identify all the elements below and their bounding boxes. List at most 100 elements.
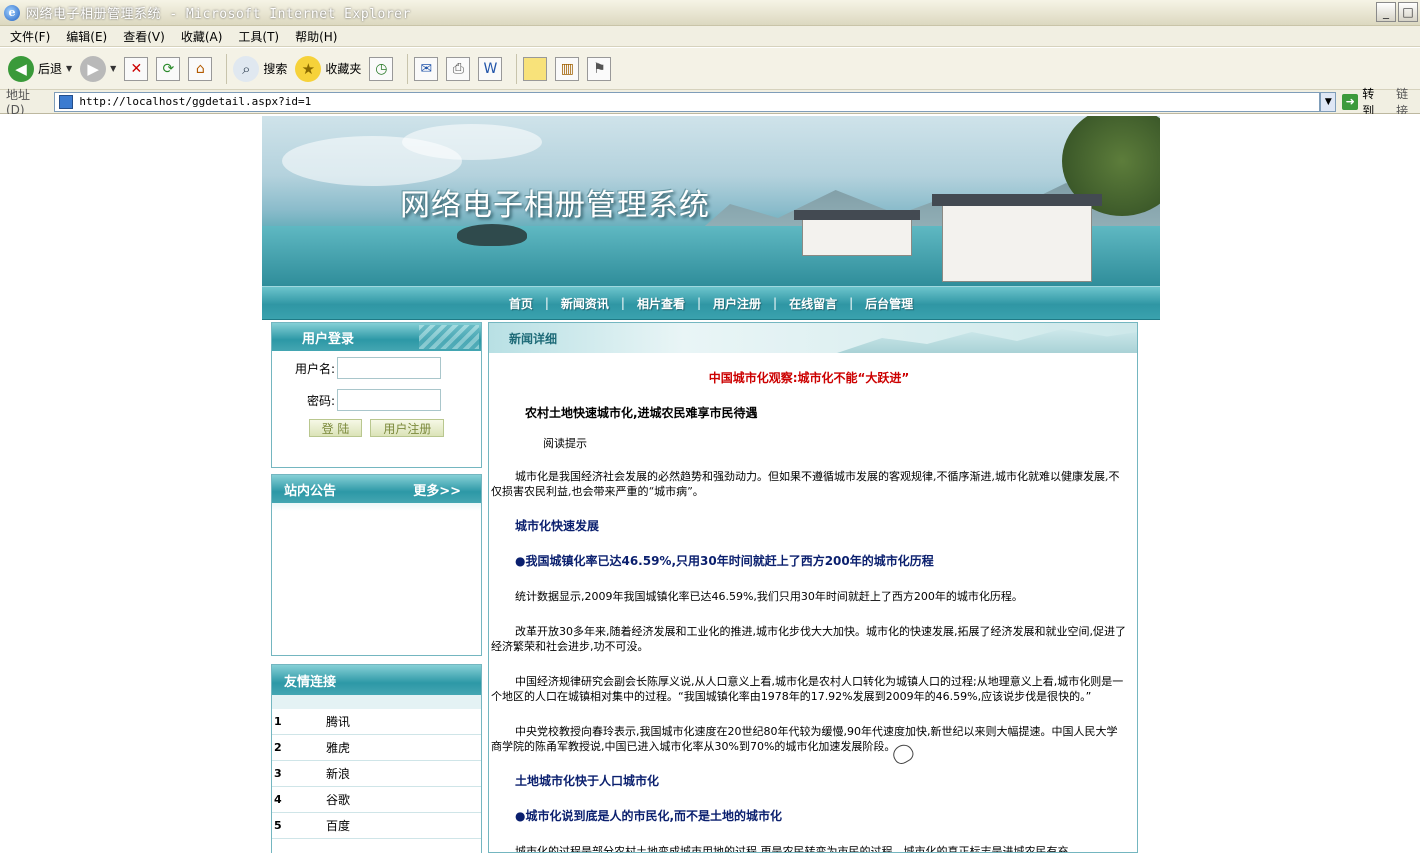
nav-guestbook[interactable]: 在线留言 (777, 295, 849, 312)
article-heading: 土地城市化快于人口城市化 (515, 774, 660, 788)
stop-icon[interactable]: ✕ (124, 56, 149, 81)
back-arrow-icon: ◀ (8, 55, 34, 82)
notice-body (272, 503, 481, 655)
toolbar: ◀ 后退 ▼ ▶ ▼ ✕ ⟳ ⌂ ⌕ 搜索 ★ 收藏夹 ◷ ✉ ⎙ W ▥ ⚑ (0, 48, 1420, 90)
toolbar-separator (407, 53, 409, 84)
menu-edit[interactable]: 编辑(E) (66, 28, 107, 45)
password-input[interactable] (337, 389, 441, 411)
friend-link-baidu[interactable]: 百度 (326, 817, 350, 834)
history-icon[interactable]: ◷ (369, 56, 394, 81)
article-paragraph: 中央党校教授向春玲表示,我国城市化速度在20世纪80年代较为缓慢,90年代速度加… (491, 725, 1118, 753)
research-icon[interactable]: ▥ (555, 56, 580, 81)
star-icon: ★ (295, 55, 322, 82)
favorites-label: 收藏夹 (325, 62, 362, 76)
menu-file[interactable]: 文件(F) (10, 28, 50, 45)
list-item: 3 新浪 (272, 761, 481, 787)
menu-favorites[interactable]: 收藏(A) (181, 28, 223, 45)
register-button[interactable]: 用户注册 (370, 419, 445, 437)
notice-panel: 站内公告 更多>> (271, 474, 482, 656)
address-label: 地址(D) (6, 88, 31, 117)
back-dropdown-icon[interactable]: ▼ (66, 64, 72, 73)
friend-link-google[interactable]: 谷歌 (326, 791, 350, 808)
notice-more-link[interactable]: 更多>> (413, 480, 461, 499)
toolbar-separator (226, 53, 228, 84)
menu-view[interactable]: 查看(V) (123, 28, 165, 45)
back-button[interactable]: ◀ 后退 ▼ (8, 55, 72, 82)
menu-help[interactable]: 帮助(H) (295, 28, 337, 45)
list-item: 4 谷歌 (272, 787, 481, 813)
link-number: 4 (274, 793, 282, 806)
address-bar: 地址(D) http://localhost/ggdetail.aspx?id=… (0, 87, 1420, 118)
login-title: 用户登录 (302, 331, 355, 347)
link-number: 3 (274, 767, 282, 780)
left-column: 用户登录 用户名: 密码: 登 陆 用户注册 站内公告 更多>> 友情连接 1 … (271, 322, 482, 853)
edit-word-icon[interactable]: W (478, 56, 503, 81)
go-arrow-icon: ➜ (1342, 93, 1359, 110)
minimize-button[interactable]: _ (1376, 2, 1396, 22)
nav-home[interactable]: 首页 (497, 295, 545, 312)
home-icon[interactable]: ⌂ (188, 56, 213, 81)
nav-news[interactable]: 新闻资讯 (549, 295, 621, 312)
link-number: 1 (274, 715, 282, 728)
friend-links-title: 友情连接 (284, 674, 337, 690)
window-title-bar: e 网络电子相册管理系统 - Microsoft Internet Explor… (0, 0, 1420, 26)
news-detail-panel: 新闻详细 中国城市化观察:城市化不能“大跃进” 农村土地快速城市化,进城农民难享… (488, 322, 1138, 853)
forward-dropdown-icon[interactable]: ▼ (110, 64, 116, 73)
favorites-button[interactable]: ★ 收藏夹 (295, 55, 362, 82)
site-banner: 网络电子相册管理系统 (262, 116, 1160, 286)
news-article: 中国城市化观察:城市化不能“大跃进” 农村土地快速城市化,进城农民难享市民待遇 … (489, 353, 1137, 853)
back-label: 后退 (38, 62, 63, 76)
address-dropdown-icon[interactable]: ▼ (1320, 91, 1337, 112)
search-icon: ⌕ (233, 55, 260, 82)
login-panel: 用户登录 用户名: 密码: 登 陆 用户注册 (271, 322, 482, 468)
list-item: 2 雅虎 (272, 735, 481, 761)
site-title: 网络电子相册管理系统 (400, 188, 710, 223)
toolbar-separator (516, 53, 518, 84)
reading-tip: 阅读提示 (543, 437, 587, 450)
friend-link-yahoo[interactable]: 雅虎 (326, 739, 350, 756)
window-title: 网络电子相册管理系统 - Microsoft Internet Explorer (26, 7, 411, 22)
page-icon (59, 94, 74, 109)
login-button[interactable]: 登 陆 (308, 419, 363, 437)
address-url: http://localhost/ggdetail.aspx?id=1 (79, 95, 312, 108)
friend-links-panel: 友情连接 1 腾讯 2 雅虎 3 新浪 4 谷歌 5 百度 (271, 664, 482, 853)
list-item: 5 百度 (272, 813, 481, 839)
notice-header: 站内公告 更多>> (272, 475, 481, 503)
nav-register[interactable]: 用户注册 (701, 295, 773, 312)
article-heading: ●我国城镇化率已达46.59%,只用30年时间就赶上了西方200年的城市化历程 (515, 554, 934, 568)
refresh-icon[interactable]: ⟳ (156, 56, 181, 81)
print-icon[interactable]: ⎙ (446, 56, 471, 81)
mail-icon[interactable]: ✉ (414, 56, 439, 81)
link-number: 2 (274, 741, 282, 754)
ie-icon: e (4, 4, 20, 21)
article-paragraph: 中国经济规律研究会副会长陈厚义说,从人口意义上看,城市化是农村人口转化为城镇人口… (491, 675, 1124, 703)
menu-tools[interactable]: 工具(T) (238, 28, 279, 45)
link-number: 5 (274, 819, 282, 832)
username-input[interactable] (337, 357, 441, 379)
address-input[interactable]: http://localhost/ggdetail.aspx?id=1 (54, 91, 1321, 112)
forward-button[interactable]: ▶ ▼ (80, 55, 116, 82)
nav-admin[interactable]: 后台管理 (853, 295, 925, 312)
search-label: 搜索 (263, 62, 288, 76)
news-header: 新闻详细 (489, 323, 1137, 353)
nav-photos[interactable]: 相片查看 (625, 295, 697, 312)
friend-link-sina[interactable]: 新浪 (326, 765, 350, 782)
friend-links-header: 友情连接 (272, 665, 481, 695)
article-paragraph: 城市化的过程是部分农村土地变成城市用地的过程,更是农民转变为市民的过程。城市化的… (515, 845, 1069, 853)
friend-link-tencent[interactable]: 腾讯 (326, 713, 350, 730)
list-item: 1 腾讯 (272, 709, 481, 735)
forward-arrow-icon: ▶ (80, 55, 107, 82)
article-heading: 城市化快速发展 (515, 519, 600, 533)
search-button[interactable]: ⌕ 搜索 (233, 55, 288, 82)
username-label: 用户名: (294, 361, 335, 376)
page-viewport: 网络电子相册管理系统 首页 | 新闻资讯 | 相片查看 | 用户注册 | 在线留言 | 后… (0, 114, 1420, 853)
menu-bar: 文件(F) 编辑(E) 查看(V) 收藏(A) 工具(T) 帮助(H) (0, 26, 1420, 47)
note-icon[interactable] (523, 56, 548, 81)
article-title: 中国城市化观察:城市化不能“大跃进” (708, 371, 910, 385)
messenger-icon[interactable]: ⚑ (587, 56, 612, 81)
article-paragraph: 城市化是我国经济社会发展的必然趋势和强劲动力。但如果不遵循城市发展的客观规律,不… (491, 470, 1120, 498)
site-nav: 首页 | 新闻资讯 | 相片查看 | 用户注册 | 在线留言 | 后台管理 (262, 286, 1160, 320)
article-paragraph: 改革开放30多年来,随着经济发展和工业化的推进,城市化步伐大大加快。城市化的快速… (491, 625, 1126, 653)
password-label: 密码: (306, 393, 335, 408)
maximize-button[interactable]: □ (1398, 2, 1418, 22)
